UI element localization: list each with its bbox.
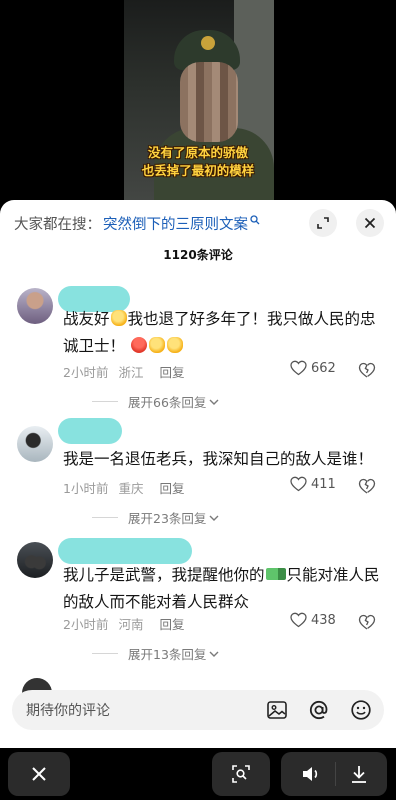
thumbs-up-emoji (110, 310, 127, 326)
video-caption-line2: 也丢掉了最初的模样 (141, 163, 255, 178)
expand-replies-label: 展开23条回复 (128, 511, 207, 526)
comment-item: 我是一名退伍老兵，我深知自己的敌人是谁！ 1小时前 重庆 回复 411 展开23… (0, 418, 396, 528)
reply-button[interactable]: 回复 (159, 362, 184, 381)
comment-meta: 2小时前 河南 回复 (63, 614, 184, 633)
image-icon[interactable] (266, 699, 288, 721)
search-icon (250, 215, 260, 225)
expand-replies-button[interactable]: 展开23条回复 (92, 508, 219, 527)
avatar[interactable] (17, 426, 53, 462)
expand-icon (317, 217, 329, 229)
close-sheet-button[interactable] (356, 209, 384, 237)
video-player[interactable]: 没有了原本的骄傲 也丢掉了最初的模样 (0, 0, 396, 210)
comment-location: 河南 (118, 617, 144, 632)
like-count: 662 (311, 360, 336, 376)
close-button[interactable] (8, 752, 70, 796)
expand-replies-label: 展开66条回复 (128, 395, 207, 410)
comment-meta: 1小时前 重庆 回复 (63, 478, 184, 497)
trending-search-term[interactable]: 突然倒下的三原则文案 (103, 213, 248, 234)
avatar[interactable] (17, 288, 53, 324)
broken-heart-icon[interactable] (358, 613, 376, 631)
trending-search[interactable]: 大家都在搜： 突然倒下的三原则文案 (14, 212, 260, 234)
comment-input-placeholder: 期待你的评论 (26, 703, 110, 719)
download-icon[interactable] (350, 764, 368, 784)
image-search-button[interactable] (212, 752, 270, 796)
expand-replies-button[interactable]: 展开13条回复 (92, 644, 219, 663)
expand-replies-label: 展开13条回复 (128, 647, 207, 662)
close-icon (32, 767, 46, 781)
reply-button[interactable]: 回复 (159, 478, 184, 497)
cap-badge (201, 36, 215, 50)
heart-icon (290, 612, 307, 628)
comment-time: 1小时前 (63, 481, 109, 496)
image-search-icon (232, 765, 250, 783)
close-icon (364, 217, 376, 229)
water-gun-emoji (265, 568, 286, 580)
pixelated-face (180, 62, 238, 142)
comment-time: 2小时前 (63, 365, 109, 380)
avatar[interactable] (17, 542, 53, 578)
media-controls (281, 752, 387, 796)
broken-heart-icon[interactable] (358, 477, 376, 495)
heart-icon (290, 360, 307, 376)
comment-count-title: 1120条评论 (163, 248, 233, 262)
comment-meta: 2小时前 浙江 回复 (63, 362, 184, 381)
comment-item: 战友好 我也退了好多年了！我只做人民的忠诚卫士！ 2小时前 浙江 回复 662 展… (0, 282, 396, 412)
username-redacted (58, 418, 122, 444)
expand-button[interactable] (309, 209, 337, 237)
like-button[interactable]: 438 (290, 612, 336, 628)
like-button[interactable]: 662 (290, 360, 336, 376)
username-redacted (58, 538, 192, 564)
reply-button[interactable]: 回复 (159, 614, 184, 633)
bottom-toolbar (0, 748, 396, 800)
comment-time: 2小时前 (63, 617, 109, 632)
expand-replies-button[interactable]: 展开66条回复 (92, 392, 219, 411)
emoji (166, 337, 183, 353)
heart-icon (290, 476, 307, 492)
comment-location: 重庆 (118, 481, 144, 496)
comment-text: 我儿子是武警，我提醒他你的 只能对准人民的敌人而不能对着人民群众 (63, 566, 380, 611)
trending-search-prefix: 大家都在搜： (14, 216, 101, 233)
smiley-icon[interactable] (350, 699, 372, 721)
chevron-down-icon (209, 651, 219, 657)
like-button[interactable]: 411 (290, 476, 336, 492)
video-caption-line1: 没有了原本的骄傲 (147, 145, 248, 160)
broken-heart-icon[interactable] (358, 361, 376, 379)
chevron-down-icon (209, 399, 219, 405)
emoji (130, 337, 147, 353)
comment-item: 我儿子是武警，我提醒他你的 只能对准人民的敌人而不能对着人民群众 2小时前 河南 … (0, 534, 396, 664)
like-count: 438 (311, 612, 336, 628)
volume-icon[interactable] (301, 765, 321, 783)
chevron-down-icon (209, 515, 219, 521)
comment-sheet: 大家都在搜： 突然倒下的三原则文案 1120条评论 战友好 我也退了好多年了！我只… (0, 200, 396, 748)
emoji (148, 337, 165, 353)
comment-location: 浙江 (118, 365, 144, 380)
like-count: 411 (311, 476, 336, 492)
comment-text: 战友好 我也退了好多年了！我只做人民的忠诚卫士！ (63, 310, 376, 355)
comment-text: 我是一名退伍老兵，我深知自己的敌人是谁！ (63, 450, 374, 468)
at-icon[interactable] (308, 699, 330, 721)
comment-input[interactable]: 期待你的评论 (12, 690, 384, 730)
